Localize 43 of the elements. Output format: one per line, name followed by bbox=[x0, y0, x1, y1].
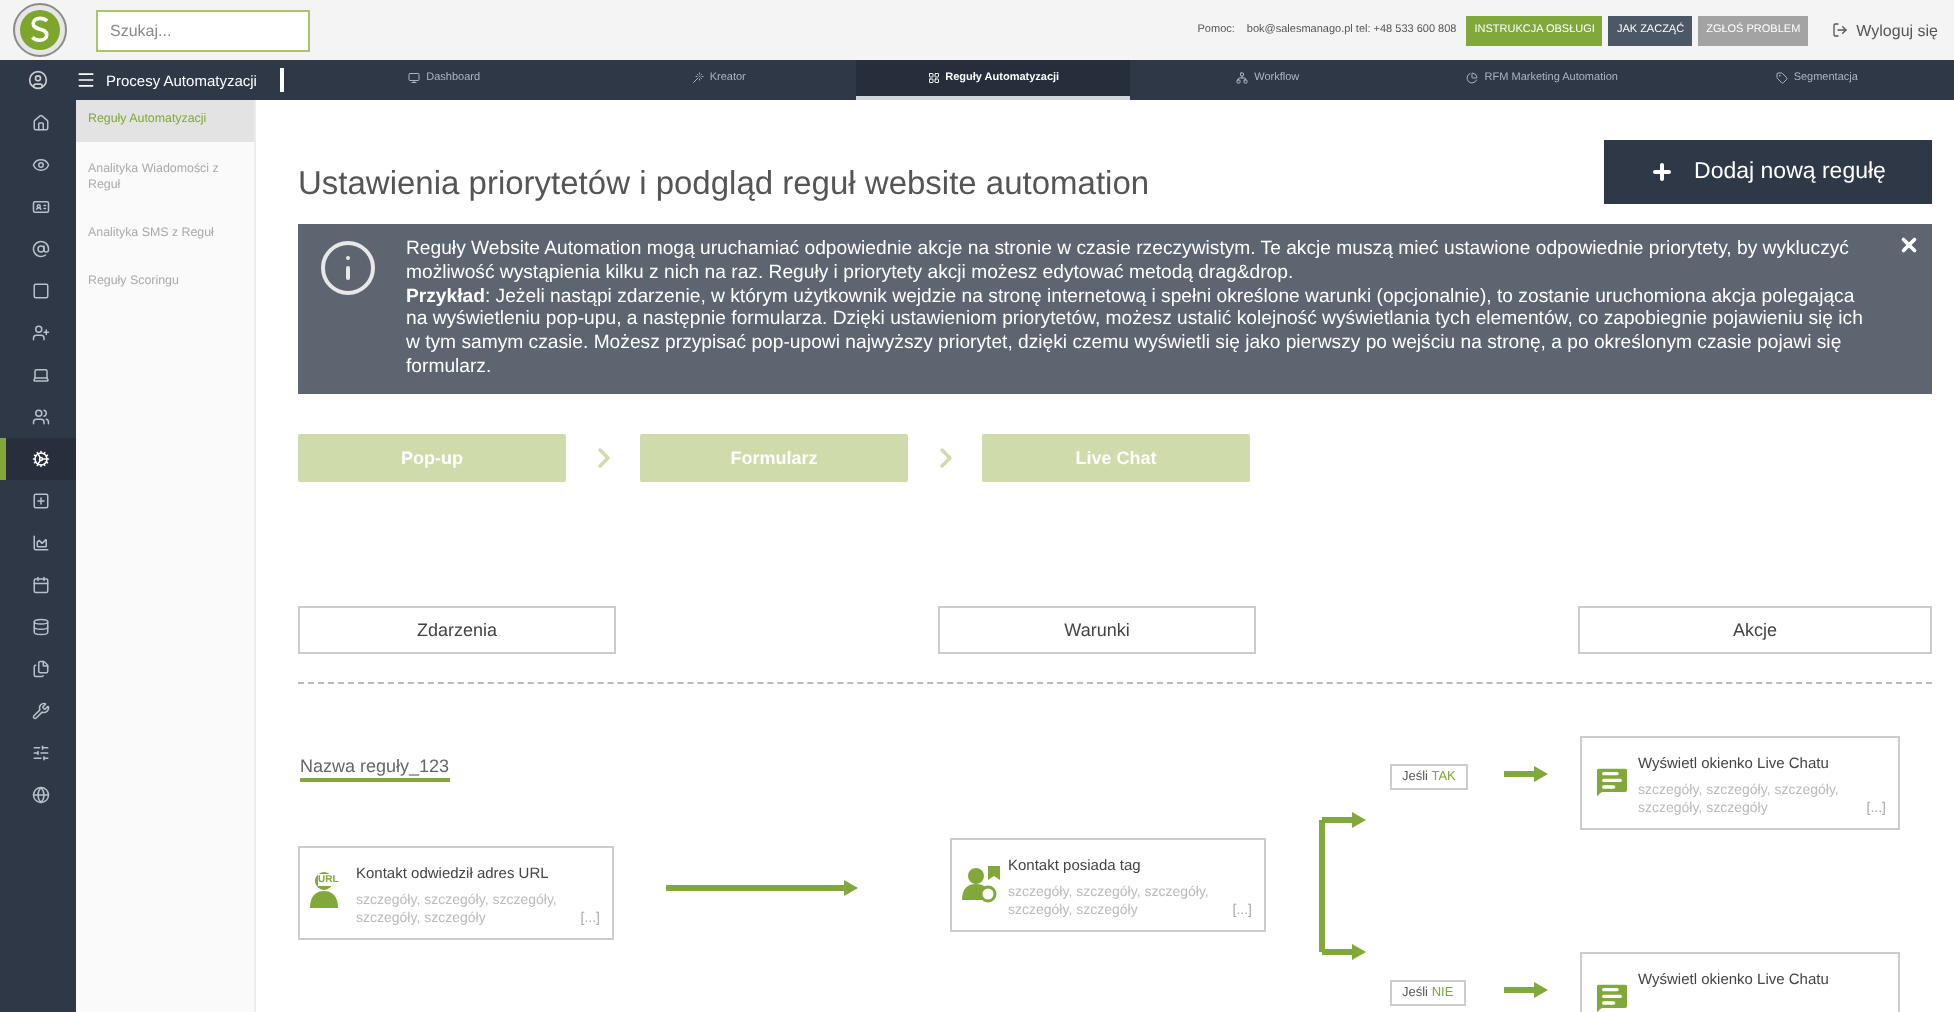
branch-arrow bbox=[1504, 979, 1548, 1000]
eye-icon bbox=[32, 156, 50, 174]
id-card-icon bbox=[32, 198, 50, 216]
pie-chart-icon bbox=[1466, 72, 1479, 84]
at-sign-icon bbox=[32, 240, 50, 258]
column-header[interactable]: Warunki bbox=[938, 605, 1256, 654]
square-icon bbox=[32, 282, 50, 300]
search-field[interactable]: Szukaj... bbox=[96, 9, 310, 51]
area-chart-icon bbox=[32, 534, 50, 552]
plus-icon bbox=[1650, 160, 1675, 184]
network-icon bbox=[1236, 72, 1249, 84]
page-title: Ustawienia priorytetów i podgląd reguł website automation bbox=[298, 165, 1150, 203]
files-icon bbox=[32, 660, 50, 678]
column-header[interactable]: Zdarzenia bbox=[298, 605, 616, 654]
close-button[interactable] bbox=[1898, 234, 1920, 256]
sliders-icon bbox=[32, 744, 50, 762]
database-icon bbox=[32, 618, 50, 636]
user-icon[interactable] bbox=[28, 70, 48, 90]
close-icon bbox=[1898, 234, 1920, 256]
logout-link[interactable]: Wyloguj się bbox=[1832, 21, 1938, 39]
column-header[interactable]: Akcje bbox=[1578, 605, 1932, 654]
menu-icon bbox=[76, 70, 96, 90]
person-tag-icon bbox=[962, 863, 1002, 904]
rule-name-link[interactable]: Nazwa reguły_123 bbox=[300, 755, 450, 782]
add-rule-button[interactable]: Dodaj nową regułę bbox=[1604, 140, 1932, 204]
globe-icon bbox=[32, 786, 50, 804]
users-icon bbox=[32, 408, 50, 426]
alert-text: Przykład: Jeżeli nastąpi zdarzenie, w którym użytkownik wejdzie na stronę internetową i spełni określone warunki (opcjonalnie), to zostanie uruchomiona akcja polegająca na wyświetleniu pop-upu, a następnie formularza. Dzięki ustawieniom priorytetów, możesz ustalić kolejność wyświetlania tych elementów, co zapobiegnie pojawieniu się ich w tym samym czasie. Możesz przypisać pop-upowi najwyższy priorytet, dzięki czemu wyświetli się jako pierwszy po wejściu na stronę, a po określonym czasie pojawi się formularz. bbox=[406, 285, 1864, 380]
monitor-icon bbox=[408, 72, 421, 84]
logo-icon[interactable] bbox=[12, 2, 68, 58]
laptop-icon bbox=[32, 366, 50, 384]
grid-plus-icon bbox=[32, 492, 50, 510]
user-plus-icon bbox=[32, 324, 50, 342]
logout-icon bbox=[1832, 22, 1849, 38]
grid-icon bbox=[927, 72, 940, 84]
wrench-icon bbox=[32, 702, 50, 720]
rail-button[interactable] bbox=[0, 438, 76, 480]
home-icon bbox=[32, 114, 50, 132]
branch-arrow bbox=[1504, 763, 1548, 784]
tag-icon bbox=[1775, 72, 1788, 84]
calendar-icon bbox=[32, 576, 50, 594]
info-icon bbox=[318, 238, 378, 298]
alert-text: Reguły Website Automation mogą uruchamiać odpowiednie akcje na stronie w czasie rzeczywistym. Te akcje muszą mieć ustawione odpowiednie priorytety, by wykluczyć możliwość wystąpienia kilku z nich na raz. Reguły i priorytety akcji możesz edytować metodą drag&drop. bbox=[406, 238, 1851, 286]
